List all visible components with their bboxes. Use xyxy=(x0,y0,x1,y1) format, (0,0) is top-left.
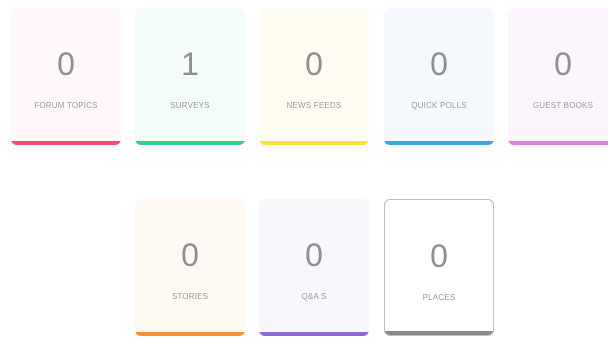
card-stories[interactable]: 0 STORIES xyxy=(135,199,245,336)
qa-count: 0 xyxy=(305,237,323,273)
stories-label: STORIES xyxy=(171,292,209,301)
quick-polls-count: 0 xyxy=(430,46,448,82)
surveys-count: 1 xyxy=(181,46,199,82)
news-feeds-count: 0 xyxy=(305,46,323,82)
guest-books-label: GUEST BOOKS xyxy=(532,101,594,110)
forum-topics-count: 0 xyxy=(57,46,75,82)
stories-count: 0 xyxy=(181,237,199,273)
news-feeds-accent-bar xyxy=(259,141,369,145)
forum-topics-label: FORUM TOPICS xyxy=(34,101,98,110)
forum-topics-accent-bar xyxy=(11,141,121,145)
card-places[interactable]: 0 PLACES xyxy=(384,199,494,336)
card-quick-polls[interactable]: 0 QUICK POLLS xyxy=(384,8,494,145)
card-guest-books[interactable]: 0 GUEST BOOKS xyxy=(508,8,608,145)
card-qa[interactable]: 0 Q&A S xyxy=(259,199,369,336)
guest-books-count: 0 xyxy=(554,46,572,82)
card-forum-topics[interactable]: 0 FORUM TOPICS xyxy=(11,8,121,145)
qa-label: Q&A S xyxy=(301,292,327,301)
places-count: 0 xyxy=(430,238,448,274)
places-accent-bar xyxy=(385,331,493,335)
card-news-feeds[interactable]: 0 NEWS FEEDS xyxy=(259,8,369,145)
surveys-accent-bar xyxy=(135,141,245,145)
surveys-label: SURVEYS xyxy=(170,101,210,110)
places-label: PLACES xyxy=(422,293,456,302)
card-surveys[interactable]: 1 SURVEYS xyxy=(135,8,245,145)
guest-books-accent-bar xyxy=(508,141,608,145)
stories-accent-bar xyxy=(135,332,245,336)
quick-polls-accent-bar xyxy=(384,141,494,145)
news-feeds-label: NEWS FEEDS xyxy=(286,101,342,110)
quick-polls-label: QUICK POLLS xyxy=(411,101,467,110)
qa-accent-bar xyxy=(259,332,369,336)
